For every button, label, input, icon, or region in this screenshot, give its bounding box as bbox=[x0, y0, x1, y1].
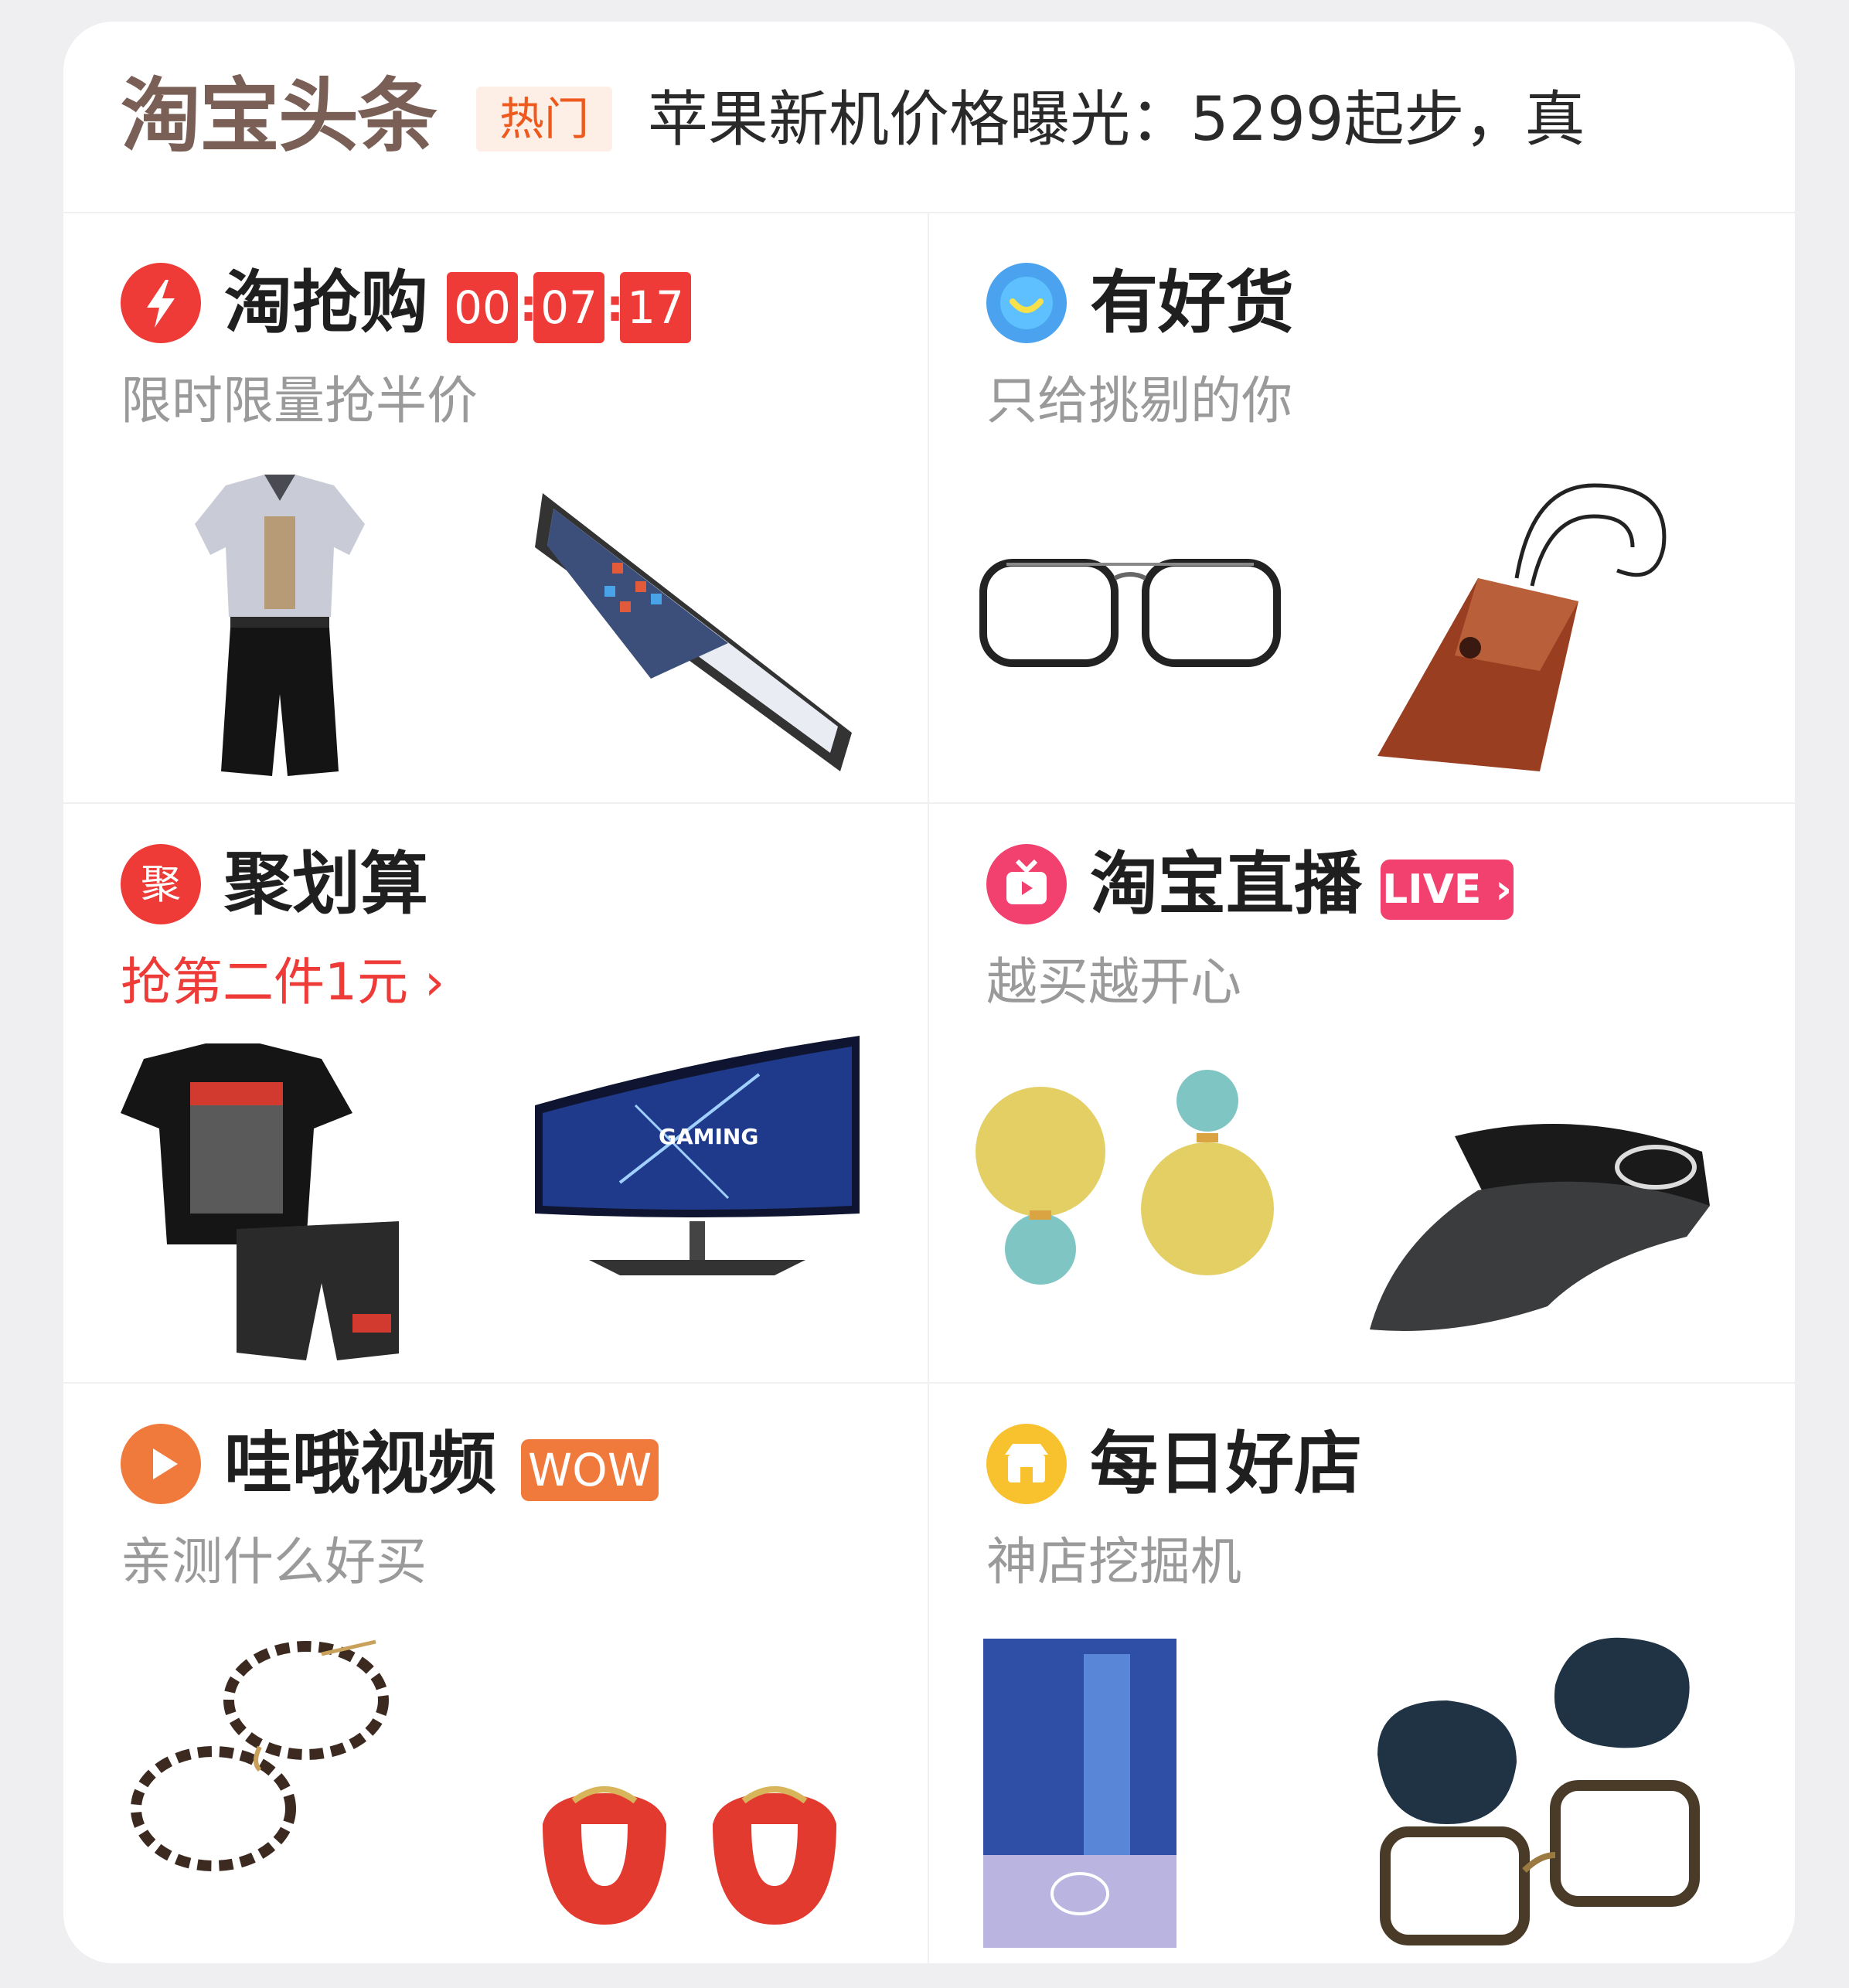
smile-icon bbox=[986, 263, 1067, 343]
product-image-tshirt-shorts[interactable] bbox=[121, 1036, 399, 1368]
divider bbox=[63, 212, 1795, 213]
product-image-gaming-monitor[interactable]: GAMING bbox=[527, 1028, 867, 1306]
product-image-outfit[interactable] bbox=[179, 470, 380, 787]
channel-wow-video[interactable]: 哇哦视频 WOW 亲测什么好买 bbox=[63, 1384, 928, 1962]
chevron-right-icon: › bbox=[424, 952, 445, 1012]
ju-icon: 聚 bbox=[121, 844, 201, 924]
product-image-tablet[interactable] bbox=[527, 478, 867, 779]
live-badge[interactable]: LIVE › bbox=[1381, 860, 1514, 920]
channels-card: 淘宝头条 热门 苹果新机价格曝光：5299起步，真 淘抢购 00 : 07 : … bbox=[63, 22, 1795, 1963]
channel-subtitle: 越买越开心 bbox=[986, 952, 1241, 1012]
channel-juhuasuan[interactable]: 聚 聚划算 抢第二件1元 › GAMING bbox=[63, 804, 928, 1382]
shop-icon bbox=[986, 1424, 1067, 1504]
promo-text: 抢第二件1元 bbox=[121, 952, 408, 1012]
channel-subtitle: 抢第二件1元 › bbox=[121, 948, 444, 1017]
channel-subtitle: 限时限量抢半价 bbox=[121, 371, 478, 431]
product-image-red-hoop-earrings[interactable] bbox=[527, 1778, 867, 1932]
headline-news-text[interactable]: 苹果新机价格曝光：5299起步，真 bbox=[648, 77, 1585, 162]
channel-title: 聚划算 bbox=[224, 844, 429, 924]
svg-text:GAMING: GAMING bbox=[659, 1124, 758, 1149]
taobao-toutiao-logo: 淘宝头条 bbox=[121, 69, 438, 163]
timer-hours: 00 bbox=[447, 272, 518, 343]
wow-badge: WOW bbox=[521, 1439, 659, 1501]
timer-seconds: 17 bbox=[620, 272, 691, 343]
lightning-icon bbox=[121, 263, 201, 343]
channel-title: 淘抢购 bbox=[224, 263, 429, 342]
svg-text:聚: 聚 bbox=[141, 862, 181, 908]
product-image-clip-on-glasses[interactable] bbox=[1362, 1631, 1718, 1956]
timer-minutes: 07 bbox=[533, 272, 604, 343]
product-image-round-glasses[interactable] bbox=[128, 1639, 407, 1878]
product-image-cleaning-cloth[interactable] bbox=[983, 1639, 1176, 1948]
channel-taoqianggou[interactable]: 淘抢购 00 : 07 : 17 限时限量抢半价 bbox=[63, 223, 928, 801]
channel-title: 淘宝直播 bbox=[1090, 844, 1363, 924]
channel-subtitle: 亲测什么好买 bbox=[121, 1532, 427, 1591]
channel-title: 每日好店 bbox=[1090, 1424, 1363, 1503]
play-icon bbox=[121, 1424, 201, 1504]
channel-title: 哇哦视频 bbox=[224, 1424, 497, 1503]
channel-youhaohuo[interactable]: 有好货 只给挑剔的你 bbox=[929, 223, 1793, 801]
channel-taobao-live[interactable]: 淘宝直播 LIVE › 越买越开心 bbox=[929, 804, 1793, 1382]
countdown-timer: 00 : 07 : 17 bbox=[447, 272, 691, 343]
channel-subtitle: 只给挑剔的你 bbox=[986, 371, 1292, 431]
channel-subtitle: 神店挖掘机 bbox=[986, 1532, 1241, 1591]
channel-title: 有好货 bbox=[1090, 263, 1295, 342]
channel-daily-good-shop[interactable]: 每日好店 神店挖掘机 bbox=[929, 1384, 1793, 1962]
hot-tag: 热门 bbox=[476, 87, 612, 151]
tv-icon bbox=[986, 844, 1067, 924]
product-image-eyeglasses[interactable] bbox=[976, 547, 1285, 671]
product-image-pearl-earrings[interactable] bbox=[976, 1067, 1300, 1299]
headline-bar[interactable]: 淘宝头条 热门 苹果新机价格曝光：5299起步，真 bbox=[63, 22, 1795, 213]
chevron-right-icon: › bbox=[1495, 866, 1512, 913]
product-image-sun-visor[interactable] bbox=[1362, 1105, 1718, 1337]
product-image-glasses-pouch[interactable] bbox=[1362, 470, 1702, 795]
